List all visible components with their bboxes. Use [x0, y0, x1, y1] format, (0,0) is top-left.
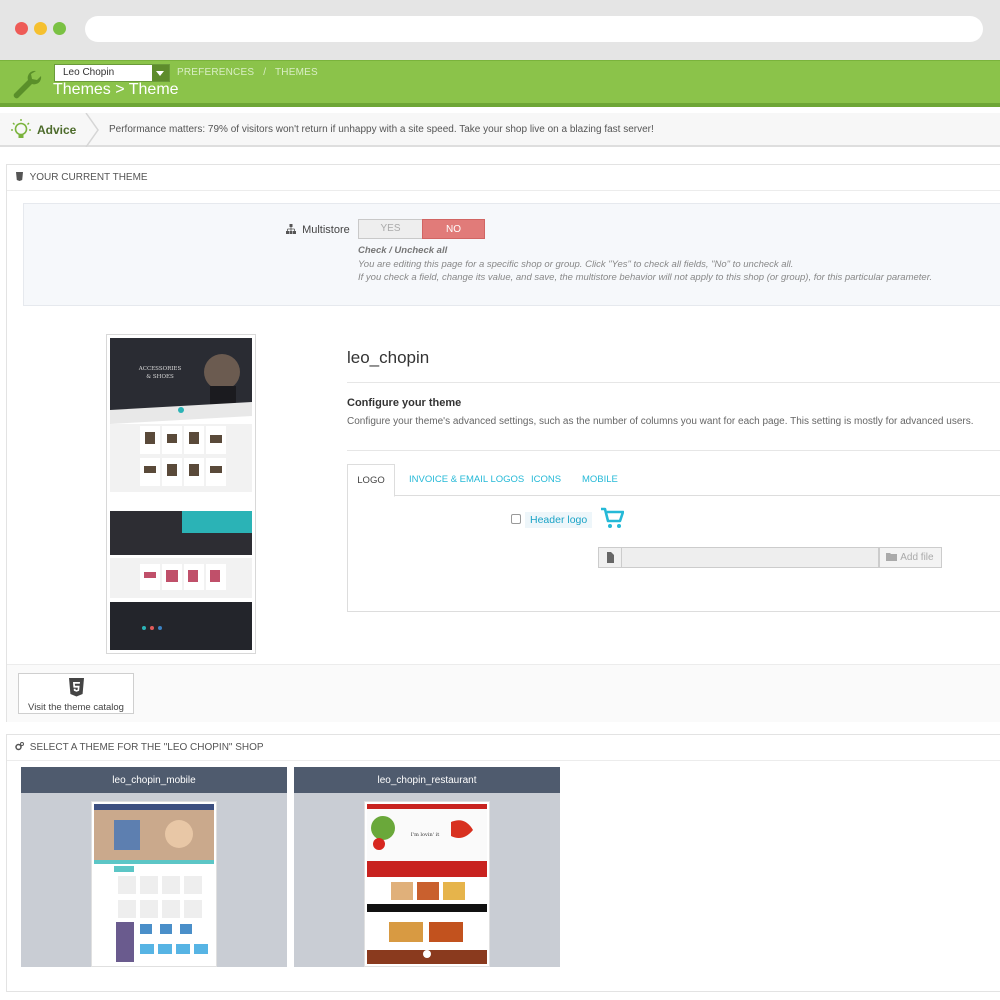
panel-heading: YOUR CURRENT THEME: [7, 165, 1000, 191]
cogs-icon: [15, 742, 24, 751]
breadcrumb-preferences[interactable]: PREFERENCES: [177, 67, 254, 78]
current-theme-name: leo_chopin: [347, 348, 430, 367]
divider: [347, 450, 1000, 451]
theme-card[interactable]: leo_chopin_mobile: [21, 767, 287, 967]
panel-heading-text: SELECT A THEME FOR THE "LEO CHOPIN" SHOP: [29, 742, 264, 753]
file-icon: [598, 547, 622, 568]
logo-tab-content: Header logo Add file: [347, 496, 1000, 612]
theme-preview: ACCESSORIES & SHOES: [106, 334, 256, 654]
theme-card[interactable]: leo_chopin_restaurant I'm lovin' it: [294, 767, 560, 967]
restaurant-theme-preview: I'm lovin' it: [367, 804, 487, 964]
close-window-dot[interactable]: [15, 22, 28, 35]
tab-mobile[interactable]: MOBILE: [582, 474, 618, 485]
breadcrumb-separator: /: [263, 67, 267, 78]
page-header: Leo Chopin PREFERENCES / THEMES Themes >…: [0, 60, 1000, 107]
configure-title: Configure your theme: [347, 397, 462, 409]
file-path-input[interactable]: [621, 547, 879, 568]
multistore-label-text: Multistore: [302, 224, 350, 236]
divider: [347, 382, 1000, 383]
tab-invoice-email-logos[interactable]: INVOICE & EMAIL LOGOS: [409, 474, 524, 485]
theme-card-thumbnail[interactable]: [91, 801, 217, 967]
folder-open-icon: [886, 553, 897, 561]
advice-bar: Advice Performance matters: 79% of visit…: [0, 113, 1000, 147]
address-bar[interactable]: [85, 16, 983, 42]
add-file-button[interactable]: Add file: [879, 547, 942, 568]
multistore-box: Multistore YES NO Check / Uncheck all Yo…: [23, 203, 1000, 306]
file-upload: Add file: [598, 547, 942, 568]
configure-description: Configure your theme's advanced settings…: [347, 416, 974, 427]
breadcrumb-themes[interactable]: THEMES: [275, 67, 318, 78]
page-title: Themes > Theme: [53, 81, 179, 98]
multistore-help: Check / Uncheck all You are editing this…: [358, 244, 932, 285]
help-line-1: You are editing this page for a specific…: [358, 258, 794, 270]
help-title: Check / Uncheck all: [358, 245, 448, 256]
toggle-no[interactable]: NO: [422, 219, 485, 239]
header-logo-label[interactable]: Header logo: [525, 512, 593, 528]
help-line-2: If you check a field, change its value, …: [358, 272, 933, 283]
multistore-toggle[interactable]: YES NO: [358, 219, 485, 239]
shop-selector[interactable]: Leo Chopin: [54, 64, 170, 82]
theme-card-thumbnail[interactable]: I'm lovin' it: [364, 801, 490, 967]
theme-preview-image: ACCESSORIES & SHOES: [110, 338, 252, 650]
visit-theme-catalog-button[interactable]: Visit the theme catalog: [18, 673, 134, 714]
restaurant-thumb-text: I'm lovin' it: [411, 832, 440, 838]
tab-bar: LOGO INVOICE & EMAIL LOGOS ICONS MOBILE: [347, 464, 1000, 497]
minimize-window-dot[interactable]: [34, 22, 47, 35]
theme-card-title: leo_chopin_mobile: [21, 767, 287, 793]
tab-icons[interactable]: ICONS: [531, 474, 561, 485]
chevron-down-icon[interactable]: [152, 65, 169, 81]
shopping-cart-icon: [601, 507, 624, 528]
select-theme-panel: SELECT A THEME FOR THE "LEO CHOPIN" SHOP…: [6, 734, 1000, 992]
panel-heading: SELECT A THEME FOR THE "LEO CHOPIN" SHOP: [7, 735, 1000, 761]
multistore-label: Multistore: [286, 224, 350, 236]
advice-text[interactable]: Performance matters: 79% of visitors won…: [109, 124, 654, 135]
header-logo-checkbox[interactable]: [511, 514, 521, 524]
lightbulb-icon: [11, 119, 31, 138]
preview-hero-line-2: & SHOES: [146, 374, 174, 380]
theme-card-title: leo_chopin_restaurant: [294, 767, 560, 793]
shop-selector-value: Leo Chopin: [63, 67, 115, 78]
html5-icon: [16, 172, 23, 181]
advice-label: Advice: [37, 123, 77, 137]
chevron-right-icon: [85, 113, 99, 147]
browser-chrome: [0, 0, 1000, 60]
panel-footer: Visit the theme catalog: [7, 664, 1000, 722]
tab-logo[interactable]: LOGO: [347, 464, 395, 497]
catalog-button-label: Visit the theme catalog: [28, 702, 124, 713]
current-theme-panel: YOUR CURRENT THEME Multistore YES NO Che…: [6, 164, 1000, 722]
add-file-label: Add file: [900, 552, 934, 563]
toggle-yes[interactable]: YES: [359, 220, 422, 238]
breadcrumb: PREFERENCES / THEMES: [177, 67, 324, 78]
wrench-icon: [13, 70, 42, 99]
mobile-theme-preview: [94, 804, 214, 962]
panel-heading-text: YOUR CURRENT THEME: [29, 172, 148, 183]
theme-settings-tabs: LOGO INVOICE & EMAIL LOGOS ICONS MOBILE …: [347, 464, 1000, 612]
html5-icon: [69, 678, 84, 697]
maximize-window-dot[interactable]: [53, 22, 66, 35]
preview-hero-line-1: ACCESSORIES: [138, 366, 182, 372]
sitemap-icon: [286, 224, 296, 234]
